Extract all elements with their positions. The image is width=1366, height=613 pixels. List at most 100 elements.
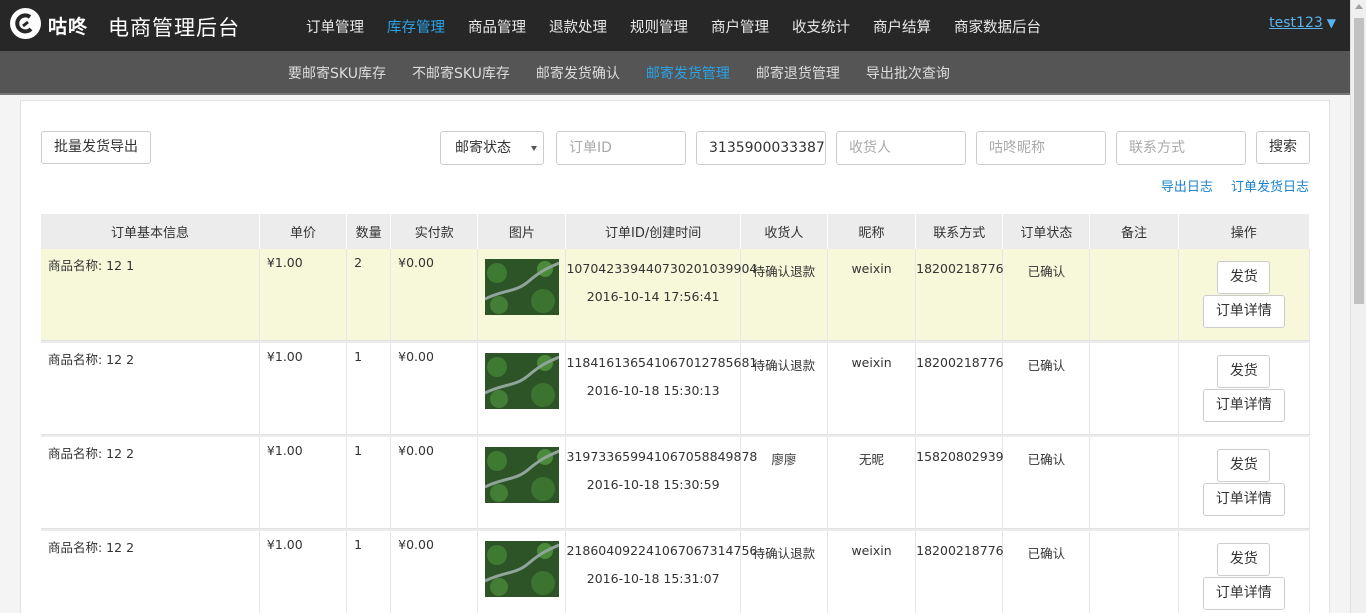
nav-item-finance[interactable]: 收支统计 <box>792 16 850 37</box>
logo-text[interactable]: 咕咚 <box>48 12 88 39</box>
nickname: 无昵 <box>827 437 917 529</box>
unit-price: ¥1.00 <box>259 437 348 529</box>
status-select[interactable]: 邮寄状态 <box>440 131 544 165</box>
scrollbar-thumb[interactable] <box>1354 18 1364 304</box>
order-id[interactable]: 118416136541067012785681 <box>566 355 757 371</box>
subnav-item-nomail-sku[interactable]: 不邮寄SKU库存 <box>412 63 510 83</box>
ship-button[interactable]: 发货 <box>1217 543 1271 576</box>
search-button[interactable]: 搜索 <box>1256 131 1310 164</box>
nav-item-orders[interactable]: 订单管理 <box>306 16 364 37</box>
order-detail-button[interactable]: 订单详情 <box>1202 389 1285 422</box>
contact: 15820802939 <box>915 437 1004 529</box>
table-header: 订单基本信息 单价 数量 实付款 图片 订单ID/创建时间 收货人 昵称 联系方… <box>41 214 1311 249</box>
col-status: 订单状态 <box>1002 214 1091 249</box>
export-log-link[interactable]: 导出日志 <box>1161 180 1213 195</box>
receiver: 待确认退款 <box>740 249 828 341</box>
quantity: 1 <box>346 343 392 435</box>
select-arrow-icon <box>531 146 537 151</box>
col-qty: 数量 <box>346 214 392 249</box>
product-image[interactable] <box>484 353 559 409</box>
col-basic-info: 订单基本信息 <box>41 214 260 249</box>
col-image: 图片 <box>477 214 567 249</box>
product-name: 商品名称: 12 2 <box>41 437 260 529</box>
search-value-input[interactable]: 3135900033387 <box>696 131 826 165</box>
order-id[interactable]: 218604092241067067314756 <box>566 543 757 559</box>
paid-amount: ¥0.00 <box>390 437 479 529</box>
created-time: 2016-10-18 15:30:59 <box>586 477 720 492</box>
nav-item-merchants[interactable]: 商户管理 <box>711 16 769 37</box>
top-navbar: 咕咚 电商管理后台 订单管理 库存管理 商品管理 退款处理 规则管理 商户管理 … <box>0 0 1350 51</box>
col-order-id: 订单ID/创建时间 <box>565 214 741 249</box>
col-price: 单价 <box>259 214 348 249</box>
order-id[interactable]: 319733659941067058849878 <box>566 449 757 465</box>
nav-item-refunds[interactable]: 退款处理 <box>549 16 607 37</box>
nav-item-settlement[interactable]: 商户结算 <box>873 16 931 37</box>
col-receiver: 收货人 <box>740 214 828 249</box>
subnav-item-ship-confirm[interactable]: 邮寄发货确认 <box>536 63 620 83</box>
codoon-logo-icon[interactable] <box>10 8 41 39</box>
vertical-scrollbar[interactable] <box>1350 0 1366 613</box>
orders-table: 订单基本信息 单价 数量 实付款 图片 订单ID/创建时间 收货人 昵称 联系方… <box>41 214 1311 613</box>
nickname: weixin <box>827 343 917 435</box>
main-nav: 订单管理 库存管理 商品管理 退款处理 规则管理 商户管理 收支统计 商户结算 … <box>306 16 1064 37</box>
created-time: 2016-10-18 15:31:07 <box>586 571 720 586</box>
nickname-input[interactable]: 咕咚昵称 <box>976 131 1106 165</box>
order-id-input[interactable]: 订单ID <box>556 131 686 165</box>
paid-amount: ¥0.00 <box>390 343 479 435</box>
receiver: 待确认退款 <box>740 343 828 435</box>
user-menu[interactable]: test123 ▼ <box>1269 15 1336 31</box>
ship-button[interactable]: 发货 <box>1217 355 1271 388</box>
receiver-input[interactable]: 收货人 <box>836 131 966 165</box>
batch-export-button[interactable]: 批量发货导出 <box>41 131 151 164</box>
subnav-item-ship-manage[interactable]: 邮寄发货管理 <box>646 63 730 83</box>
nav-item-merchant-data[interactable]: 商家数据后台 <box>954 16 1041 37</box>
col-actions: 操作 <box>1178 214 1311 249</box>
sub-navbar: 要邮寄SKU库存 不邮寄SKU库存 邮寄发货确认 邮寄发货管理 邮寄退货管理 导… <box>0 51 1350 95</box>
quantity: 2 <box>346 249 392 341</box>
nav-item-inventory[interactable]: 库存管理 <box>387 16 445 37</box>
contact-input[interactable]: 联系方式 <box>1116 131 1246 165</box>
product-image[interactable] <box>484 541 559 597</box>
order-detail-button[interactable]: 订单详情 <box>1202 483 1285 516</box>
order-id[interactable]: 107042339440730201039904 <box>566 261 757 277</box>
ship-log-link[interactable]: 订单发货日志 <box>1231 180 1309 195</box>
note <box>1089 343 1179 435</box>
ship-button[interactable]: 发货 <box>1217 449 1271 482</box>
sub-nav: 要邮寄SKU库存 不邮寄SKU库存 邮寄发货确认 邮寄发货管理 邮寄退货管理 导… <box>288 63 976 83</box>
order-status: 已确认 <box>1002 531 1091 613</box>
product-name: 商品名称: 12 1 <box>41 249 260 341</box>
nickname: weixin <box>827 249 917 341</box>
subnav-item-mail-sku[interactable]: 要邮寄SKU库存 <box>288 63 386 83</box>
order-detail-button[interactable]: 订单详情 <box>1202 295 1285 328</box>
col-paid: 实付款 <box>390 214 479 249</box>
caret-down-icon[interactable]: ▼ <box>1327 16 1336 30</box>
log-links: 导出日志 订单发货日志 <box>1147 176 1309 195</box>
contact: 18200218776 <box>915 531 1004 613</box>
unit-price: ¥1.00 <box>259 343 348 435</box>
table-row: 商品名称: 12 2 ¥1.00 1 ¥0.00 319733659941067… <box>41 437 1311 529</box>
app-title: 电商管理后台 <box>108 16 240 40</box>
subnav-item-return-manage[interactable]: 邮寄退货管理 <box>756 63 840 83</box>
subnav-item-batch-query[interactable]: 导出批次查询 <box>866 63 950 83</box>
paid-amount: ¥0.00 <box>390 531 479 613</box>
contact: 18200218776 <box>915 343 1004 435</box>
scroll-up-arrow-icon[interactable] <box>1355 4 1363 9</box>
nav-item-products[interactable]: 商品管理 <box>468 16 526 37</box>
ship-button[interactable]: 发货 <box>1217 261 1271 294</box>
note <box>1089 531 1179 613</box>
created-time: 2016-10-14 17:56:41 <box>586 289 720 304</box>
order-detail-button[interactable]: 订单详情 <box>1202 577 1285 610</box>
product-image[interactable] <box>484 447 559 503</box>
unit-price: ¥1.00 <box>259 531 348 613</box>
nav-item-rules[interactable]: 规则管理 <box>630 16 688 37</box>
username[interactable]: test123 <box>1269 15 1323 31</box>
product-name: 商品名称: 12 2 <box>41 343 260 435</box>
created-time: 2016-10-18 15:30:13 <box>586 383 720 398</box>
product-name: 商品名称: 12 2 <box>41 531 260 613</box>
order-status: 已确认 <box>1002 249 1091 341</box>
note <box>1089 249 1179 341</box>
table-row: 商品名称: 12 1 ¥1.00 2 ¥0.00 107042339440730… <box>41 249 1311 341</box>
paid-amount: ¥0.00 <box>390 249 479 341</box>
table-row: 商品名称: 12 2 ¥1.00 1 ¥0.00 218604092241067… <box>41 531 1311 613</box>
product-image[interactable] <box>484 259 559 315</box>
